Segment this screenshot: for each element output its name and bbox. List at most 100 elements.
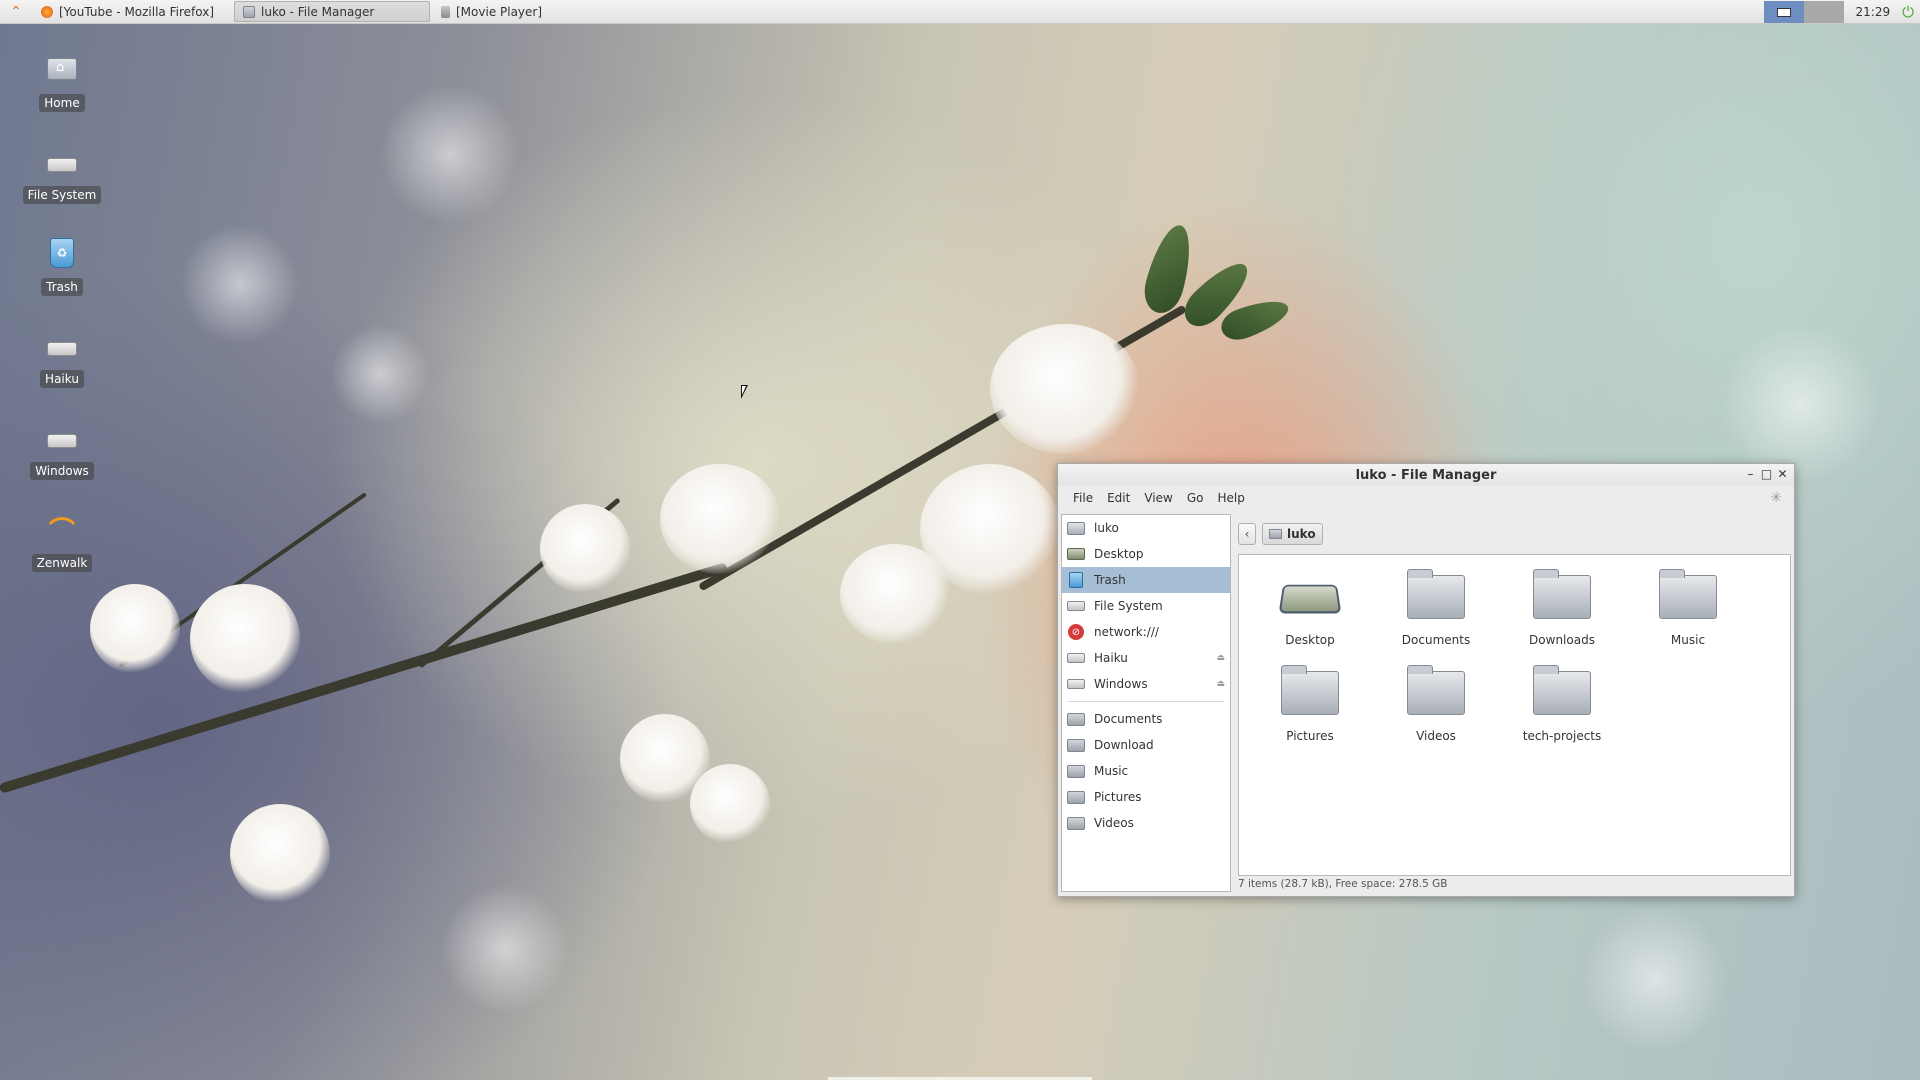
sidebar-item-windows[interactable]: Windows ⏏ [1062,671,1230,697]
wallpaper-blossom [90,584,180,674]
file-item-documents[interactable]: Documents [1373,569,1499,667]
video-icon [441,5,450,18]
folder-icon [1407,569,1465,619]
file-view[interactable]: Desktop Documents Downloads Music Pictur… [1238,554,1791,876]
desktop-icon-windows[interactable]: Windows [22,420,102,480]
menu-help[interactable]: Help [1210,491,1251,505]
workspace-1[interactable] [1763,1,1804,23]
status-bar: 7 items (28.7 kB), Free space: 278.5 GB [1238,878,1448,890]
drive-icon [47,158,77,172]
workspace-2[interactable] [1803,1,1844,23]
maximize-icon[interactable]: □ [1761,466,1772,482]
power-icon[interactable]: ⏻ [1902,3,1914,21]
clock[interactable]: 21:29 [1856,5,1891,19]
chevron-left-icon: ‹ [1244,527,1250,541]
window-titlebar[interactable]: luko - File Manager – □ ✕ [1058,464,1794,486]
menu-file[interactable]: File [1066,491,1100,505]
wallpaper-blossom [990,324,1140,454]
file-item-videos[interactable]: Videos [1373,665,1499,763]
task-label: luko - File Manager [261,4,375,19]
folder-icon [243,5,255,18]
sidebar-divider [1068,701,1224,702]
wallpaper-blossom [190,584,300,694]
file-item-label: Videos [1416,729,1456,743]
sidebar-item-label: Music [1094,764,1129,778]
breadcrumb-luko[interactable]: luko [1262,523,1323,545]
window-controls: – □ ✕ [1745,466,1788,482]
workspace-pager [1763,1,1844,23]
back-button[interactable]: ‹ [1238,523,1256,545]
desktop-icon-label: Trash [41,278,83,296]
wallpaper-bokeh [1720,324,1880,484]
sidebar-item-label: Videos [1094,816,1134,830]
folder-icon [1067,738,1085,752]
task-file-manager[interactable]: luko - File Manager [234,1,430,22]
wallpaper-blossom [840,544,950,644]
file-item-label: Pictures [1286,729,1334,743]
drive-icon [1067,653,1085,663]
drive-icon [1067,601,1085,611]
sidebar-item-music[interactable]: Music [1062,758,1230,784]
eject-icon[interactable]: ⏏ [1216,679,1225,689]
zenwalk-logo-icon: ⌒ [48,516,75,547]
sidebar-item-documents[interactable]: Documents [1062,706,1230,732]
home-icon [1067,521,1085,535]
menu-go[interactable]: Go [1180,491,1211,505]
sidebar-item-label: Download [1094,738,1154,752]
file-item-desktop[interactable]: Desktop [1247,571,1373,667]
file-item-label: Documents [1401,633,1471,647]
eject-icon[interactable]: ⏏ [1216,653,1225,663]
home-icon [47,58,77,80]
folder-icon [1067,790,1085,804]
wallpaper-bokeh [180,224,300,344]
sidebar-item-haiku[interactable]: Haiku ⏏ [1062,645,1230,671]
desktop-icon-trash[interactable]: ♻ Trash [22,236,102,296]
desktop-icon-zenwalk[interactable]: ⌒ Zenwalk [22,512,102,572]
menubar: File Edit View Go Help ✳ [1058,486,1794,510]
sidebar-item-label: File System [1094,599,1163,613]
desktop-icon-label: Haiku [40,370,84,388]
folder-icon [1659,569,1717,619]
folder-icon [1067,712,1085,726]
minimize-icon[interactable]: – [1745,466,1756,482]
sidebar-item-luko[interactable]: luko [1062,515,1230,541]
desktop-icon-haiku[interactable]: Haiku [22,328,102,388]
sidebar-item-network[interactable]: ⊘ network:/// [1062,619,1230,645]
app-menu-button[interactable]: ⌃ [0,0,32,24]
folder-icon [1269,529,1282,539]
drive-icon [47,342,77,356]
file-item-tech-projects[interactable]: tech-projects [1499,665,1625,763]
desktop-icon-home[interactable]: Home [22,52,102,112]
close-icon[interactable]: ✕ [1777,466,1788,482]
file-item-downloads[interactable]: Downloads [1499,569,1625,667]
desktop-icon-label: Zenwalk [31,554,93,572]
file-manager-window: luko - File Manager – □ ✕ File Edit View… [1057,463,1795,897]
taskbar: ⌃ [YouTube - Mozilla Firefox] luko - Fil… [0,0,1920,24]
trash-icon [1069,572,1083,588]
sidebar-item-desktop[interactable]: Desktop [1062,541,1230,567]
task-movie-player[interactable]: [Movie Player] [432,1,632,22]
sidebar-item-pictures[interactable]: Pictures [1062,784,1230,810]
desktop-icon-file-system[interactable]: File System [22,144,102,204]
sidebar-item-label: Trash [1094,573,1126,587]
desktop-icon [1278,584,1342,614]
sidebar-item-label: Windows [1094,677,1148,691]
file-item-label: Desktop [1285,633,1335,647]
sidebar-item-trash[interactable]: Trash [1062,567,1230,593]
folder-icon [1533,569,1591,619]
wallpaper-bokeh [330,324,430,424]
menu-edit[interactable]: Edit [1100,491,1137,505]
menu-view[interactable]: View [1137,491,1179,505]
sidebar-item-label: Haiku [1094,651,1128,665]
file-item-pictures[interactable]: Pictures [1247,665,1373,763]
sidebar-item-label: Pictures [1094,790,1142,804]
sidebar-item-videos[interactable]: Videos [1062,810,1230,836]
task-firefox[interactable]: [YouTube - Mozilla Firefox] [32,1,232,22]
drive-icon [1067,679,1085,689]
trash-icon: ♻ [50,238,74,268]
wallpaper-bokeh [440,884,570,1014]
sidebar-item-file-system[interactable]: File System [1062,593,1230,619]
sidebar-item-download[interactable]: Download [1062,732,1230,758]
file-item-music[interactable]: Music [1625,569,1751,667]
desktop-icon [1067,548,1085,560]
